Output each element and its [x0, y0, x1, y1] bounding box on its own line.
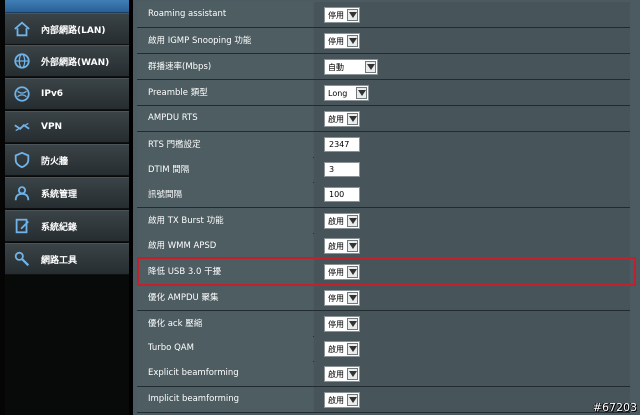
log-icon [12, 216, 32, 236]
watermark: #67203 [592, 401, 637, 414]
vpn-icon [12, 117, 32, 137]
setting-label: Preamble 類型 [137, 80, 313, 105]
setting-row: 群播速率(Mbps) 自動 [137, 54, 630, 80]
multicast-rate-select[interactable]: 自動 [324, 59, 378, 75]
sidebar-active-item[interactable] [5, 0, 129, 13]
setting-label: 訊號間隔 [137, 182, 313, 207]
wmm-apsd-select[interactable]: 啟用 [324, 238, 360, 254]
setting-row: DTIM 間隔 3 [137, 157, 630, 183]
setting-row: RTS 門檻設定 2347 [137, 132, 630, 158]
setting-label: 啟用 TX Burst 功能 [137, 208, 313, 233]
sidebar-item-admin[interactable]: 系統管理 [5, 177, 129, 209]
settings-panel: Roaming assistant 停用 啟用 IGMP Snooping 功能… [133, 0, 640, 415]
implicit-beamforming-select[interactable]: 啟用 [324, 392, 360, 408]
setting-row: Preamble 類型 Long [137, 80, 630, 106]
setting-label: AMPDU RTS [137, 106, 313, 131]
home-icon [12, 19, 32, 39]
setting-label: Roaming assistant [137, 2, 313, 27]
setting-row: AMPDU RTS 啟用 [137, 106, 630, 132]
roaming-assistant-select[interactable]: 停用 [324, 7, 360, 23]
sidebar-item-label: 系統紀錄 [41, 222, 78, 233]
sidebar-item-ipv6[interactable]: IPv6 [5, 78, 129, 110]
chevron-down-icon [347, 368, 358, 380]
chevron-down-icon [347, 35, 358, 47]
setting-row: Explicit beamforming 啟用 [137, 361, 630, 387]
turbo-qam-select[interactable]: 啟用 [324, 341, 360, 357]
setting-row: Roaming assistant 停用 [137, 2, 630, 28]
setting-label: DTIM 間隔 [137, 157, 313, 182]
dtim-interval-input[interactable]: 3 [324, 162, 360, 177]
chevron-down-icon [347, 240, 358, 252]
globe-ipv6-icon [12, 84, 32, 104]
sidebar-item-label: 系統管理 [41, 189, 78, 200]
setting-label: 優化 ack 壓縮 [137, 311, 313, 336]
setting-row: 啟用 IGMP Snooping 功能 停用 [137, 28, 630, 54]
chevron-down-icon [347, 292, 358, 304]
chevron-down-icon [356, 87, 367, 99]
chevron-down-icon [347, 394, 358, 406]
sidebar-item-label: 外部網路(WAN) [41, 57, 110, 68]
rts-threshold-input[interactable]: 2347 [324, 137, 360, 152]
setting-label: 啟用 IGMP Snooping 功能 [137, 28, 313, 53]
igmp-snooping-select[interactable]: 停用 [324, 33, 360, 49]
sidebar-item-label: IPv6 [41, 89, 64, 99]
sidebar-item-tools[interactable]: 網路工具 [5, 243, 129, 275]
setting-row: 啟用 TX Burst 功能 啟用 [137, 208, 630, 234]
setting-row: 訊號間隔 100 [137, 182, 630, 208]
chevron-down-icon [347, 113, 358, 125]
setting-row: 優化 AMPDU 聚集 停用 [137, 285, 630, 311]
setting-label: Explicit beamforming [137, 361, 313, 386]
sidebar-item-wan[interactable]: 外部網路(WAN) [5, 45, 129, 77]
globe-icon [12, 51, 32, 71]
sidebar: 內部網路(LAN) 外部網路(WAN) IPv6 VPN 防火牆 系統管理 系統… [5, 0, 129, 415]
sidebar-item-label: 防火牆 [41, 156, 69, 167]
sidebar-item-label: 內部網路(LAN) [41, 25, 106, 36]
sidebar-item-syslog[interactable]: 系統紀錄 [5, 210, 129, 242]
chevron-down-icon [347, 9, 358, 21]
setting-row: 啟用 WMM APSD 啟用 [137, 233, 630, 259]
setting-label: Turbo QAM [137, 336, 313, 361]
setting-label: Implicit beamforming [137, 387, 313, 412]
user-icon [12, 183, 32, 203]
setting-label: RTS 門檻設定 [137, 132, 313, 157]
setting-row: Implicit beamforming 啟用 [137, 387, 630, 413]
shield-icon [12, 150, 32, 170]
preamble-type-select[interactable]: Long [324, 85, 369, 101]
setting-label: 優化 AMPDU 聚集 [137, 285, 313, 310]
setting-row: Turbo QAM 啟用 [137, 336, 630, 362]
sidebar-item-label: VPN [41, 122, 63, 132]
beacon-interval-input[interactable]: 100 [324, 187, 360, 202]
setting-row: 優化 ack 壓縮 停用 [137, 311, 630, 337]
setting-label: 群播速率(Mbps) [137, 54, 313, 79]
sidebar-item-vpn[interactable]: VPN [5, 111, 129, 143]
optimize-ack-select[interactable]: 停用 [324, 316, 360, 332]
settings-table: Roaming assistant 停用 啟用 IGMP Snooping 功能… [137, 0, 630, 415]
sidebar-item-lan[interactable]: 內部網路(LAN) [5, 13, 129, 45]
chevron-down-icon [347, 215, 358, 227]
setting-label: 啟用 WMM APSD [137, 233, 313, 258]
ampdu-rts-select[interactable]: 啟用 [324, 111, 360, 127]
chevron-down-icon [365, 61, 376, 73]
highlight-box [137, 257, 636, 286]
optimize-ampdu-select[interactable]: 停用 [324, 290, 360, 306]
explicit-beamforming-select[interactable]: 啟用 [324, 366, 360, 382]
sidebar-item-firewall[interactable]: 防火牆 [5, 144, 129, 176]
tx-burst-select[interactable]: 啟用 [324, 213, 360, 229]
sidebar-item-label: 網路工具 [41, 255, 78, 266]
chevron-down-icon [347, 343, 358, 355]
tools-icon [12, 249, 32, 269]
chevron-down-icon [347, 318, 358, 330]
